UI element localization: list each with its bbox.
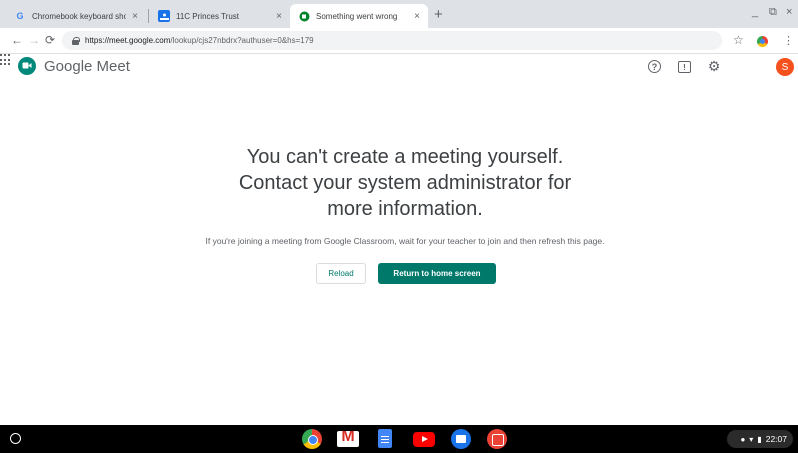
- lock-icon: [72, 36, 80, 45]
- docs-icon[interactable]: [378, 429, 392, 448]
- browser-toolbar: ← → ⟳ https://meet.google.com/lookup/cjs…: [0, 28, 798, 54]
- meet-header: Google Meet ? ! ⚙ S: [0, 54, 798, 84]
- launcher-icon[interactable]: [10, 433, 21, 444]
- bookmark-star-icon[interactable]: ☆: [733, 33, 744, 47]
- forward-icon[interactable]: →: [28, 33, 40, 47]
- headline-line: Contact your system administrator for: [238, 172, 572, 194]
- youtube-icon[interactable]: [413, 432, 435, 447]
- tab-chromebook-shortcuts[interactable]: G Chromebook keyboard shortcut ×: [6, 4, 146, 28]
- status-tray[interactable]: ● ▾ ▮ 22:07: [727, 430, 793, 448]
- minimize-icon[interactable]: _: [752, 6, 758, 18]
- close-icon[interactable]: ×: [132, 11, 138, 22]
- meet-brand[interactable]: Google Meet: [44, 58, 130, 75]
- wifi-icon: ▾: [749, 434, 754, 444]
- headline-line: You can't create a meeting yourself.: [246, 146, 564, 168]
- more-menu-icon[interactable]: ⋮: [783, 34, 794, 47]
- url-host: https://meet.google.com: [85, 36, 171, 45]
- tab-separator: [148, 9, 149, 23]
- settings-gear-icon[interactable]: ⚙: [706, 58, 722, 74]
- address-bar[interactable]: https://meet.google.com/lookup/cjs27nbdr…: [62, 31, 722, 50]
- tab-strip: G Chromebook keyboard shortcut × 11C Pri…: [0, 0, 798, 28]
- clock: 22:07: [765, 434, 787, 444]
- url-path: /lookup/cjs27nbdrx?authuser=0&hs=179: [170, 36, 314, 45]
- gmail-icon[interactable]: [337, 431, 359, 447]
- notification-icon: ●: [740, 434, 746, 444]
- headline-line: more information.: [327, 198, 483, 220]
- apps-grid-icon[interactable]: [0, 54, 12, 66]
- feedback-icon[interactable]: !: [678, 61, 691, 73]
- chromeos-shelf: ● ▾ ▮ 22:07: [0, 425, 798, 453]
- google-g-icon: G: [16, 11, 24, 21]
- meet-icon: [298, 10, 310, 22]
- restore-icon[interactable]: ⧉: [769, 6, 777, 19]
- reload-button[interactable]: Reload: [316, 263, 366, 284]
- tab-princes-trust[interactable]: 11C Princes Trust ×: [150, 4, 290, 28]
- return-home-button[interactable]: Return to home screen: [378, 263, 496, 284]
- close-icon[interactable]: ×: [414, 11, 420, 22]
- tab-something-went-wrong[interactable]: Something went wrong ×: [290, 4, 428, 28]
- tab-title: Chromebook keyboard shortcut: [32, 11, 127, 21]
- help-icon[interactable]: ?: [648, 60, 661, 73]
- chrome-profile-icon[interactable]: [757, 36, 768, 47]
- close-icon[interactable]: ×: [276, 11, 282, 22]
- back-icon[interactable]: ←: [11, 33, 23, 47]
- error-subtext: If you're joining a meeting from Google …: [205, 236, 605, 246]
- tab-title: 11C Princes Trust: [176, 11, 239, 21]
- close-window-icon[interactable]: ×: [786, 6, 792, 18]
- chrome-icon[interactable]: [302, 429, 322, 449]
- avatar[interactable]: S: [776, 58, 794, 76]
- tab-title: Something went wrong: [316, 11, 398, 21]
- gallery-icon[interactable]: [487, 429, 507, 449]
- meet-logo-icon: [18, 57, 36, 75]
- reload-icon[interactable]: ⟳: [45, 33, 55, 47]
- files-icon[interactable]: [451, 429, 471, 449]
- battery-icon: ▮: [757, 434, 762, 444]
- new-tab-button[interactable]: +: [434, 5, 443, 25]
- classroom-icon: [158, 10, 170, 22]
- error-headline: You can't create a meeting yourself. Con…: [0, 144, 798, 222]
